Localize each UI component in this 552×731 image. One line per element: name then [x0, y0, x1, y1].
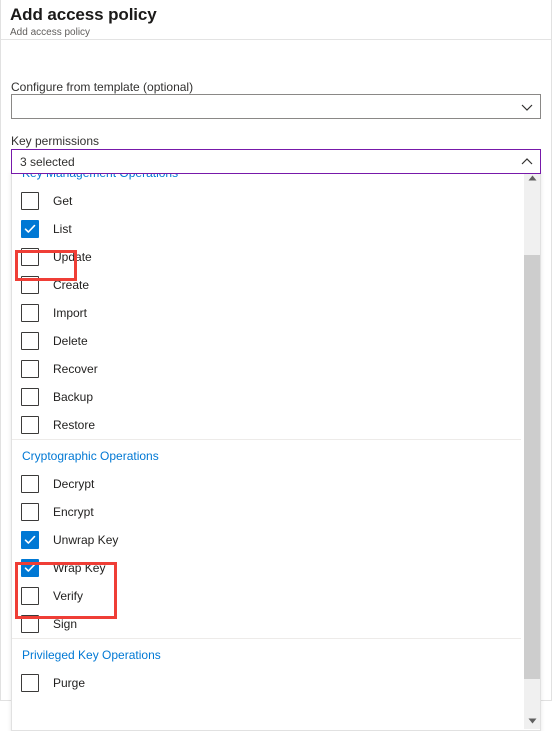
key-permissions-select[interactable]: 3 selected [11, 149, 541, 174]
checkbox-checked-icon[interactable] [21, 559, 39, 577]
chevron-up-icon [520, 155, 534, 169]
option-row[interactable]: Wrap Key [12, 554, 521, 582]
option-row[interactable]: Recover [12, 355, 521, 383]
option-group-header: Privileged Key Operations [12, 638, 521, 669]
option-label: Wrap Key [53, 561, 106, 575]
blade-header: Add access policy Add access policy [1, 0, 551, 40]
checkbox-unchecked-icon[interactable] [21, 360, 39, 378]
option-label: Purge [53, 676, 86, 690]
page-title: Add access policy [10, 5, 157, 24]
option-row[interactable]: Sign [12, 610, 521, 638]
option-label: List [53, 222, 72, 236]
option-row[interactable]: List [12, 215, 521, 243]
checkbox-unchecked-icon[interactable] [21, 304, 39, 322]
key-permissions-dropdown-panel: Key Management Operations Get List Update Cr… [11, 169, 541, 731]
checkbox-unchecked-icon[interactable] [21, 674, 39, 692]
option-group-header: Cryptographic Operations [12, 439, 521, 470]
checkbox-unchecked-icon[interactable] [21, 587, 39, 605]
checkbox-unchecked-icon[interactable] [21, 503, 39, 521]
checkbox-unchecked-icon[interactable] [21, 248, 39, 266]
checkbox-unchecked-icon[interactable] [21, 332, 39, 350]
option-label: Update [53, 250, 92, 264]
scrollbar-thumb[interactable] [524, 255, 540, 679]
option-label: Unwrap Key [53, 533, 119, 547]
checkbox-unchecked-icon[interactable] [21, 615, 39, 633]
configure-from-template-select[interactable] [11, 94, 541, 119]
option-row[interactable]: Purge [12, 669, 521, 697]
option-label: Import [53, 306, 88, 320]
checkbox-checked-icon[interactable] [21, 220, 39, 238]
option-label: Create [53, 278, 90, 292]
key-permissions-value: 3 selected [20, 154, 75, 169]
option-label: Encrypt [53, 505, 94, 519]
checkbox-unchecked-icon[interactable] [21, 276, 39, 294]
option-row[interactable]: Get [12, 187, 521, 215]
option-label: Verify [53, 589, 84, 603]
key-permissions-label: Key permissions [11, 134, 100, 148]
option-row[interactable]: Backup [12, 383, 521, 411]
dropdown-option-list: Key Management Operations Get List Update Cr… [12, 169, 521, 697]
dropdown-scroll-viewport[interactable]: Key Management Operations Get List Update Cr… [12, 169, 521, 729]
scroll-down-arrow-icon[interactable] [524, 712, 540, 729]
checkbox-unchecked-icon[interactable] [21, 475, 39, 493]
page-subtitle: Add access policy [10, 27, 91, 38]
option-label: Sign [53, 617, 78, 631]
option-row[interactable]: Update [12, 243, 521, 271]
option-label: Recover [53, 362, 98, 376]
checkbox-unchecked-icon[interactable] [21, 192, 39, 210]
chevron-down-icon [520, 100, 534, 114]
option-row[interactable]: Restore [12, 411, 521, 439]
option-label: Decrypt [53, 477, 95, 491]
option-label: Get [53, 194, 73, 208]
checkbox-unchecked-icon[interactable] [21, 388, 39, 406]
option-row[interactable]: Create [12, 271, 521, 299]
option-label: Delete [53, 334, 88, 348]
option-row[interactable]: Unwrap Key [12, 526, 521, 554]
dropdown-scrollbar[interactable] [523, 169, 540, 729]
configure-from-template-label: Configure from template (optional) [11, 80, 194, 94]
option-row[interactable]: Decrypt [12, 470, 521, 498]
option-row[interactable]: Encrypt [12, 498, 521, 526]
option-label: Restore [53, 418, 96, 432]
option-label: Backup [53, 390, 94, 404]
option-row[interactable]: Verify [12, 582, 521, 610]
option-row[interactable]: Delete [12, 327, 521, 355]
add-access-policy-blade: Add access policy Add access policy Conf… [0, 0, 552, 731]
option-row[interactable]: Import [12, 299, 521, 327]
checkbox-checked-icon[interactable] [21, 531, 39, 549]
checkbox-unchecked-icon[interactable] [21, 416, 39, 434]
